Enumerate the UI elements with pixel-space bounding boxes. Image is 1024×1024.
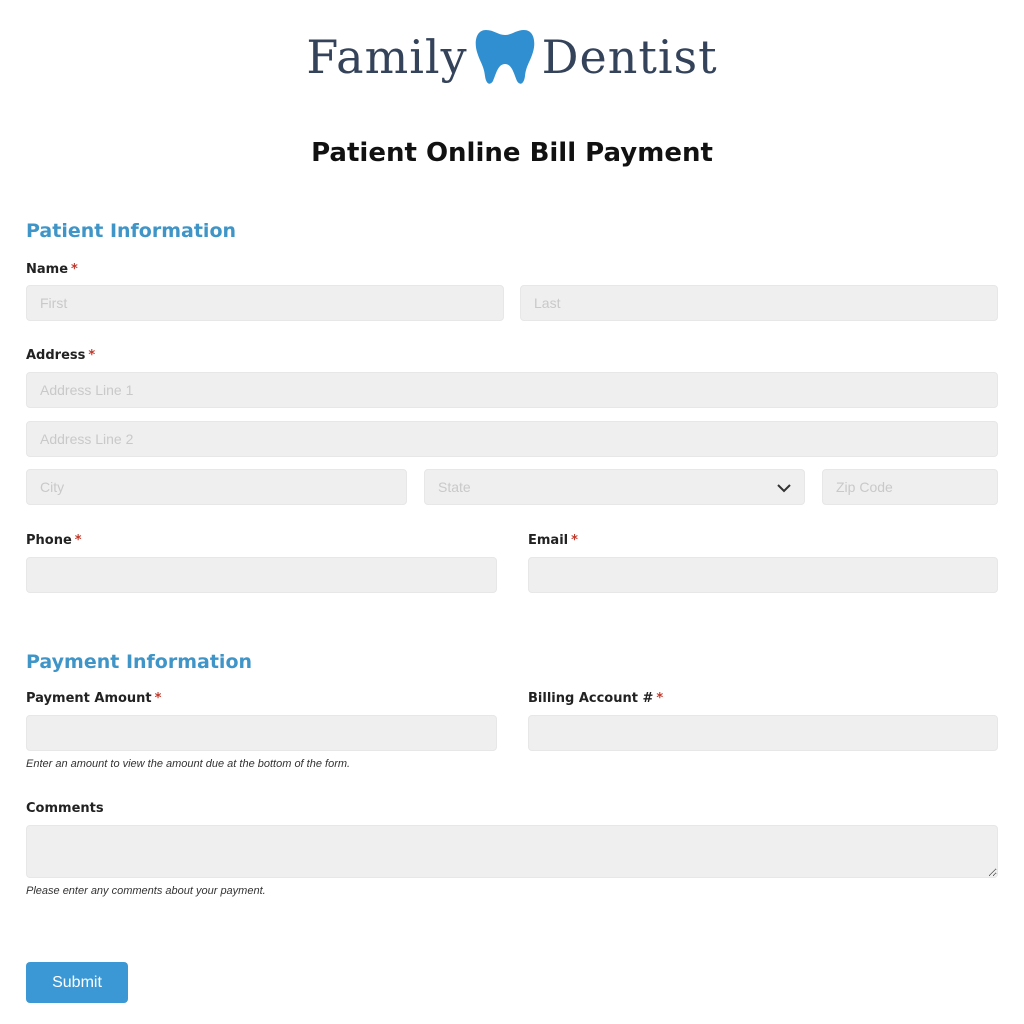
phone-input[interactable] bbox=[26, 557, 497, 593]
required-marker: * bbox=[656, 691, 664, 706]
required-marker: * bbox=[571, 533, 578, 548]
chevron-down-icon bbox=[777, 484, 791, 493]
comments-hint: Please enter any comments about your pay… bbox=[26, 885, 266, 897]
name-label: Name * bbox=[26, 262, 78, 277]
brand-name-left: Family bbox=[306, 30, 468, 84]
required-marker: * bbox=[154, 691, 162, 706]
tooth-icon bbox=[475, 30, 534, 84]
address-line1-input[interactable] bbox=[26, 372, 998, 408]
billing-account-label-text: Billing Account # bbox=[528, 691, 654, 706]
phone-label-text: Phone bbox=[26, 533, 72, 548]
email-input[interactable] bbox=[528, 557, 998, 593]
address-label: Address * bbox=[26, 348, 95, 363]
required-marker: * bbox=[88, 348, 96, 363]
comments-textarea[interactable] bbox=[26, 825, 998, 878]
billing-account-input[interactable] bbox=[528, 715, 998, 751]
first-name-input[interactable] bbox=[26, 285, 504, 321]
page-title: Patient Online Bill Payment bbox=[311, 138, 713, 168]
payment-amount-hint: Enter an amount to view the amount due a… bbox=[26, 758, 351, 770]
email-label-text: Email bbox=[528, 533, 569, 548]
payment-amount-label: Payment Amount * bbox=[26, 691, 161, 706]
email-label: Email * bbox=[528, 533, 578, 548]
zip-code-input[interactable] bbox=[822, 469, 998, 505]
brand-name-right: Dentist bbox=[541, 30, 718, 84]
required-marker: * bbox=[74, 533, 82, 548]
brand-logo: Family Dentist bbox=[0, 26, 1024, 88]
state-select[interactable]: State bbox=[424, 469, 805, 505]
payment-info-heading: Payment Information bbox=[26, 651, 253, 673]
comments-label: Comments bbox=[26, 801, 104, 816]
address-line2-input[interactable] bbox=[26, 421, 998, 457]
last-name-input[interactable] bbox=[520, 285, 998, 321]
phone-label: Phone * bbox=[26, 533, 82, 548]
payment-amount-input[interactable] bbox=[26, 715, 497, 751]
city-input[interactable] bbox=[26, 469, 407, 505]
payment-amount-label-text: Payment Amount bbox=[26, 691, 152, 706]
submit-button[interactable]: Submit bbox=[26, 962, 128, 1003]
name-label-text: Name bbox=[26, 262, 69, 277]
required-marker: * bbox=[71, 262, 78, 277]
billing-account-label: Billing Account # * bbox=[528, 691, 663, 706]
state-select-placeholder: State bbox=[438, 479, 471, 495]
patient-info-heading: Patient Information bbox=[26, 220, 237, 242]
address-label-text: Address bbox=[26, 348, 86, 363]
